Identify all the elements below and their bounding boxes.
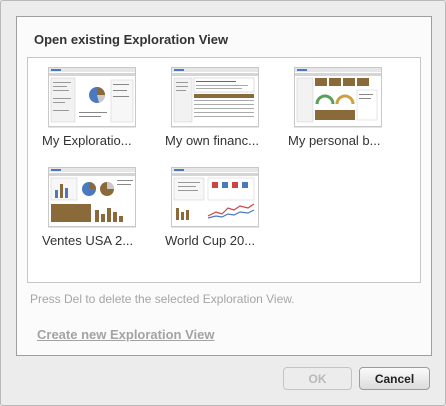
- exploration-view-panel: Open existing Exploration View My Explor…: [16, 16, 432, 356]
- cancel-button[interactable]: Cancel: [359, 367, 430, 390]
- view-item-label[interactable]: World Cup 20...: [165, 233, 305, 248]
- exploration-view-list: My Exploratio... My own financ... My per…: [27, 57, 421, 283]
- view-item-label[interactable]: My personal b...: [288, 133, 428, 148]
- dialog-title: Open existing Exploration View: [34, 32, 229, 47]
- gauge-dashboard-thumbnail[interactable]: [294, 67, 382, 127]
- table-dashboard-thumbnail[interactable]: [171, 67, 259, 127]
- view-item-label[interactable]: My own financ...: [165, 133, 305, 148]
- create-new-view-link[interactable]: Create new Exploration View: [37, 327, 214, 342]
- view-item-label[interactable]: Ventes USA 2...: [42, 233, 182, 248]
- view-item-label[interactable]: My Exploratio...: [42, 133, 182, 148]
- ok-button[interactable]: OK: [283, 367, 352, 390]
- delete-hint: Press Del to delete the selected Explora…: [30, 292, 295, 306]
- pie-bar-dashboard-thumbnail[interactable]: [48, 167, 136, 227]
- line-dashboard-thumbnail[interactable]: [171, 167, 259, 227]
- pie-dashboard-thumbnail[interactable]: [48, 67, 136, 127]
